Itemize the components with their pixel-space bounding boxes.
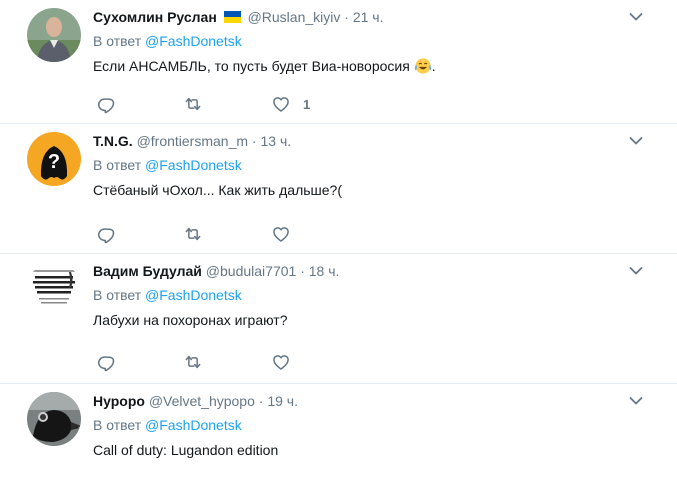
- chevron-down-icon[interactable]: [629, 12, 643, 22]
- reply-context: В ответ @FashDonetsk: [93, 156, 637, 174]
- reply-to-link[interactable]: @FashDonetsk: [145, 157, 242, 173]
- reply-icon: [96, 94, 116, 114]
- svg-text:?: ?: [48, 151, 60, 173]
- reply-prefix: В ответ: [93, 287, 142, 303]
- user-handle[interactable]: @Ruslan_kiyiv: [248, 9, 341, 25]
- reply-prefix: В ответ: [93, 157, 142, 173]
- like-count: 1: [303, 96, 311, 112]
- separator-dot: ·: [300, 263, 305, 279]
- reply-to-link[interactable]: @FashDonetsk: [145, 33, 242, 49]
- display-name[interactable]: Сухомлин Руслан: [93, 9, 217, 25]
- like-icon: [271, 224, 291, 244]
- retweet-icon: [183, 224, 203, 244]
- reply-icon: [96, 224, 116, 244]
- reply-button[interactable]: [96, 352, 116, 372]
- user-handle[interactable]: @frontiersman_m: [137, 133, 248, 149]
- separator-dot: ·: [258, 393, 264, 409]
- tweet[interactable]: Вадим Будулай @budulai7701 · 18 ч. В отв…: [0, 254, 677, 384]
- reply-button[interactable]: [96, 94, 116, 114]
- reply-context: В ответ @FashDonetsk: [93, 286, 637, 304]
- user-handle[interactable]: @Velvet_hypopo: [149, 393, 255, 409]
- chevron-down-icon[interactable]: [629, 266, 643, 276]
- like-icon: [271, 94, 291, 114]
- tweet[interactable]: Нуроро @Velvet_hypopo · 19 ч. В ответ @F…: [0, 384, 677, 478]
- avatar[interactable]: [27, 392, 81, 446]
- display-name[interactable]: Нуроро: [93, 393, 145, 409]
- chevron-down-icon[interactable]: [629, 396, 643, 406]
- display-name[interactable]: Вадим Будулай: [93, 263, 202, 279]
- timestamp[interactable]: 19 ч.: [267, 393, 298, 409]
- separator-dot: ·: [251, 133, 257, 149]
- avatar[interactable]: [27, 262, 81, 316]
- retweet-icon: [183, 352, 203, 372]
- like-button[interactable]: 1: [271, 94, 310, 114]
- like-button[interactable]: [271, 224, 291, 244]
- reply-context: В ответ @FashDonetsk: [93, 416, 637, 434]
- chevron-down-icon[interactable]: [629, 136, 643, 146]
- separator-dot: ·: [344, 9, 349, 25]
- reply-to-link[interactable]: @FashDonetsk: [145, 287, 242, 303]
- reply-icon: [96, 352, 116, 372]
- tweet-text: Если АНСАМБЛЬ, то пусть будет Виа-новоро…: [93, 56, 637, 76]
- ukraine-flag-icon: [223, 11, 241, 23]
- tweet-text-suffix: .: [431, 58, 436, 74]
- timestamp[interactable]: 21 ч.: [353, 9, 384, 25]
- reply-to-link[interactable]: @FashDonetsk: [145, 417, 242, 433]
- tweet-text: Call of duty: Lugandon edition: [93, 442, 279, 458]
- retweet-button[interactable]: [183, 224, 203, 244]
- tweet-text-body: Если АНСАМБЛЬ, то пусть будет Виа-новоро…: [93, 58, 410, 74]
- like-icon: [271, 352, 291, 372]
- retweet-button[interactable]: [183, 94, 203, 114]
- tweet-text: Лабухи на похоронах играют?: [93, 312, 288, 328]
- display-name[interactable]: T.N.G.: [93, 133, 133, 149]
- retweet-icon: [183, 94, 203, 114]
- tweet[interactable]: ? T.N.G. @frontiersman_m · 13 ч. В ответ…: [0, 124, 677, 254]
- reply-prefix: В ответ: [93, 417, 142, 433]
- timestamp[interactable]: 18 ч.: [309, 263, 340, 279]
- timestamp[interactable]: 13 ч.: [260, 133, 291, 149]
- reply-prefix: В ответ: [93, 33, 142, 49]
- like-button[interactable]: [271, 352, 291, 372]
- user-handle[interactable]: @budulai7701: [206, 263, 297, 279]
- tweet-text: Стёбаный чОхол... Как жить дальше?(: [93, 182, 342, 198]
- avatar[interactable]: ?: [27, 132, 81, 186]
- tweet[interactable]: Сухомлин Руслан @Ruslan_kiyiv · 21 ч. В …: [0, 0, 677, 124]
- retweet-button[interactable]: [183, 352, 203, 372]
- reply-context: В ответ @FashDonetsk: [93, 32, 637, 50]
- tears-of-joy-emoji-icon: [414, 58, 431, 74]
- reply-button[interactable]: [96, 224, 116, 244]
- avatar[interactable]: [27, 8, 81, 62]
